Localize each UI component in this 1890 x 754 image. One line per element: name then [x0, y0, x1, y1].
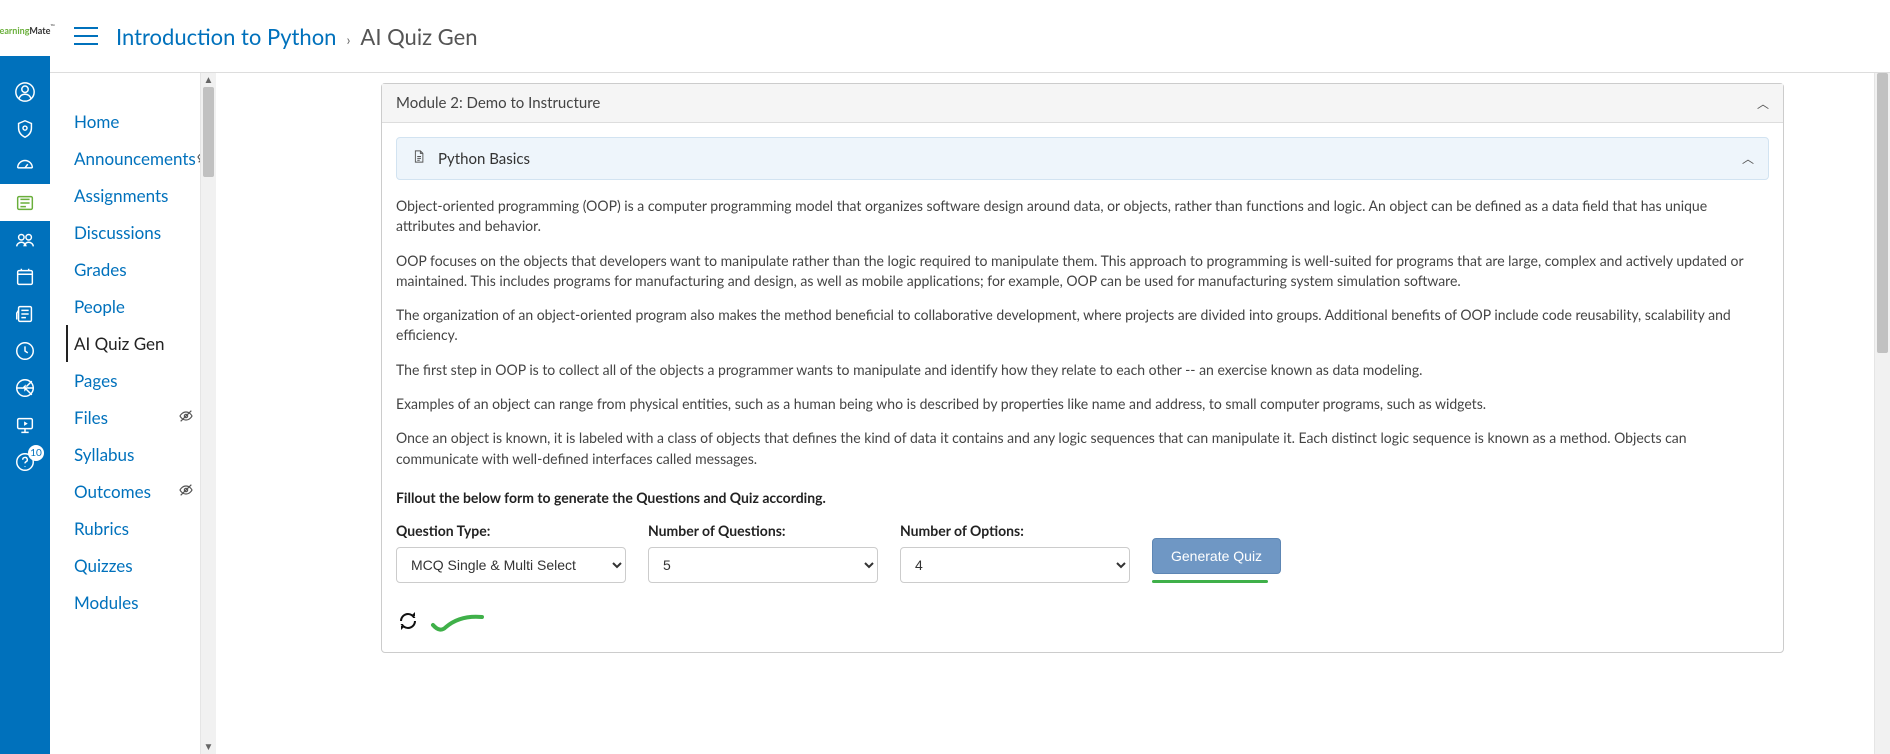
refresh-icon[interactable]	[396, 609, 420, 638]
nav-discussions[interactable]: Discussions	[74, 214, 200, 251]
module-card: Module 2: Demo to Instructure ︿ Python B…	[381, 83, 1784, 653]
nav-ai-quiz-gen[interactable]: AI Quiz Gen	[66, 325, 200, 362]
module-header[interactable]: Module 2: Demo to Instructure ︿	[382, 84, 1783, 123]
nav-announcements[interactable]: Announcements	[74, 140, 196, 177]
passage-paragraph: The first step in OOP is to collect all …	[396, 360, 1769, 380]
annotation-underline	[1152, 580, 1268, 583]
chevron-up-icon: ︿	[1742, 150, 1754, 167]
rail-groups-icon[interactable]	[0, 221, 50, 258]
num-questions-label: Number of Questions:	[648, 522, 878, 539]
nav-modules[interactable]: Modules	[74, 584, 200, 621]
course-nav: Home Announcements Assignments Discussio…	[50, 73, 200, 754]
passage-paragraph: The organization of an object-oriented p…	[396, 305, 1769, 346]
brand-logo: LearningMate™	[0, 0, 50, 56]
passage-paragraph: Examples of an object can range from phy…	[396, 394, 1769, 414]
rail-history-icon[interactable]	[0, 332, 50, 369]
chevron-up-icon: ︿	[1757, 95, 1769, 112]
hidden-icon	[178, 482, 194, 501]
rail-dashboard-icon[interactable]	[0, 147, 50, 184]
rail-studio-icon[interactable]	[0, 406, 50, 443]
nav-home[interactable]: Home	[74, 103, 200, 140]
breadcrumb-current: AI Quiz Gen	[360, 23, 477, 50]
rail-admin-icon[interactable]	[0, 110, 50, 147]
num-options-label: Number of Options:	[900, 522, 1130, 539]
nav-pages[interactable]: Pages	[74, 362, 200, 399]
generate-quiz-button[interactable]: Generate Quiz	[1152, 538, 1281, 574]
form-instruction: Fillout the below form to generate the Q…	[396, 489, 1769, 506]
num-options-select[interactable]: 4	[900, 547, 1130, 583]
quiz-form: Question Type: MCQ Single & Multi Select…	[396, 522, 1769, 583]
nav-files[interactable]: Files	[74, 399, 108, 436]
rail-help-icon[interactable]: 10	[0, 443, 50, 480]
hamburger-icon[interactable]	[74, 27, 98, 45]
hidden-icon	[178, 408, 194, 427]
nav-assignments[interactable]: Assignments	[74, 177, 200, 214]
passage-paragraph: Once an object is known, it is labeled w…	[396, 428, 1769, 469]
nav-people[interactable]: People	[74, 288, 200, 325]
breadcrumb-separator: ›	[346, 31, 350, 48]
global-nav-rail: LearningMate™ 10	[0, 0, 50, 754]
content-scrollbar[interactable]	[1874, 73, 1890, 754]
topbar: Introduction to Python › AI Quiz Gen	[50, 0, 1890, 73]
topic-header[interactable]: Python Basics ︿	[396, 137, 1769, 180]
rail-account-icon[interactable]	[0, 73, 50, 110]
rail-calendar-icon[interactable]	[0, 258, 50, 295]
question-type-select[interactable]: MCQ Single & Multi Select	[396, 547, 626, 583]
nav-rubrics[interactable]: Rubrics	[74, 510, 200, 547]
content-pane: Module 2: Demo to Instructure ︿ Python B…	[216, 73, 1874, 754]
nav-outcomes[interactable]: Outcomes	[74, 473, 151, 510]
rail-inbox-icon[interactable]	[0, 295, 50, 332]
passage-paragraph: OOP focuses on the objects that develope…	[396, 251, 1769, 292]
rail-courses-icon[interactable]	[0, 184, 50, 221]
breadcrumb-course-link[interactable]: Introduction to Python	[116, 23, 336, 50]
topic-title: Python Basics	[438, 150, 530, 168]
course-nav-scrollbar[interactable]: ▲ ▼	[200, 73, 216, 754]
num-questions-select[interactable]: 5	[648, 547, 878, 583]
nav-syllabus[interactable]: Syllabus	[74, 436, 200, 473]
nav-grades[interactable]: Grades	[74, 251, 200, 288]
rail-help-badge: 10	[28, 445, 44, 461]
passage-paragraph: Object-oriented programming (OOP) is a c…	[396, 196, 1769, 237]
module-title: Module 2: Demo to Instructure	[396, 94, 600, 112]
nav-quizzes[interactable]: Quizzes	[74, 547, 200, 584]
document-icon	[411, 148, 426, 169]
checkmark-annotation	[430, 611, 485, 636]
question-type-label: Question Type:	[396, 522, 626, 539]
rail-commons-icon[interactable]	[0, 369, 50, 406]
breadcrumb: Introduction to Python › AI Quiz Gen	[116, 23, 478, 50]
passage: Object-oriented programming (OOP) is a c…	[396, 180, 1769, 489]
